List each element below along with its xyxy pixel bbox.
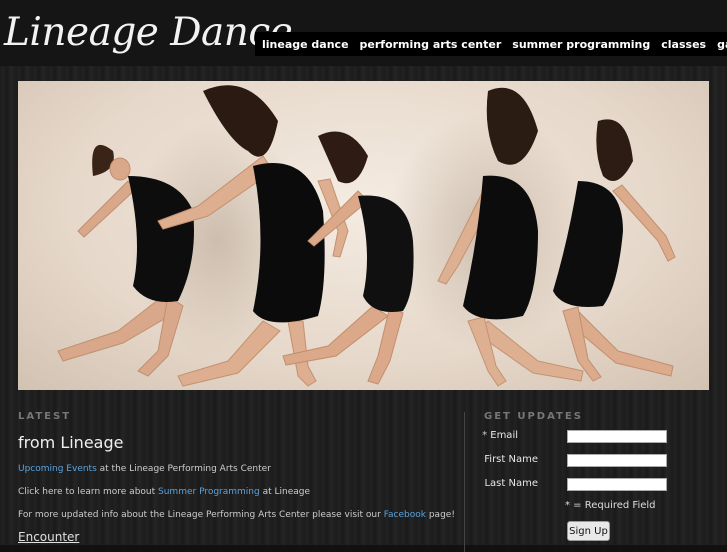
dancer-5: [553, 119, 676, 382]
first-name-field[interactable]: [567, 454, 667, 467]
upcoming-events-link[interactable]: Upcoming Events: [18, 464, 97, 474]
last-name-label: Last Name: [484, 478, 538, 489]
nav-performing-arts-center[interactable]: performing arts center: [354, 38, 507, 51]
main-nav: lineage dance performing arts center sum…: [255, 32, 727, 56]
last-name-field[interactable]: [567, 478, 667, 491]
dancers-illustration: [57, 85, 676, 387]
required-note: * = Required Field: [565, 500, 656, 511]
summer-line: Click here to learn more about Summer Pr…: [18, 487, 310, 497]
nav-lineage-dance[interactable]: lineage dance: [255, 38, 354, 51]
header: Lineage Dance lineage dance performing a…: [0, 0, 727, 66]
site-logo[interactable]: Lineage Dance: [4, 10, 293, 55]
nav-gallery[interactable]: gallery: [712, 38, 727, 51]
hero-image: [18, 81, 709, 390]
facebook-line-text: For more updated info about the Lineage …: [18, 510, 384, 520]
latest-heading: from Lineage: [18, 433, 124, 452]
get-updates-label: GET UPDATES: [484, 411, 583, 422]
email-field[interactable]: [567, 430, 667, 443]
facebook-line: For more updated info about the Lineage …: [18, 510, 455, 520]
facebook-line-after: page!: [425, 510, 455, 520]
summer-programming-link[interactable]: Summer Programming: [158, 487, 260, 497]
latest-label: LATEST: [18, 411, 72, 422]
sign-up-button[interactable]: Sign Up: [567, 521, 610, 541]
summer-line-text: Click here to learn more about: [18, 487, 159, 497]
encounter-link[interactable]: Encounter: [18, 530, 79, 544]
nav-summer-programming[interactable]: summer programming: [507, 38, 656, 51]
email-label: * Email: [438, 430, 518, 441]
nav-classes[interactable]: classes: [656, 38, 712, 51]
email-label-text: Email: [490, 430, 518, 441]
content-area: LATEST from Lineage Upcoming Events at t…: [0, 66, 727, 552]
facebook-link[interactable]: Facebook: [384, 510, 426, 520]
first-name-label: First Name: [484, 454, 538, 465]
required-star: *: [482, 430, 488, 441]
summer-line-after: at Lineage: [259, 487, 311, 497]
events-line-text: at the Lineage Performing Arts Center: [96, 464, 271, 474]
events-line: Upcoming Events at the Lineage Performin…: [18, 464, 271, 474]
